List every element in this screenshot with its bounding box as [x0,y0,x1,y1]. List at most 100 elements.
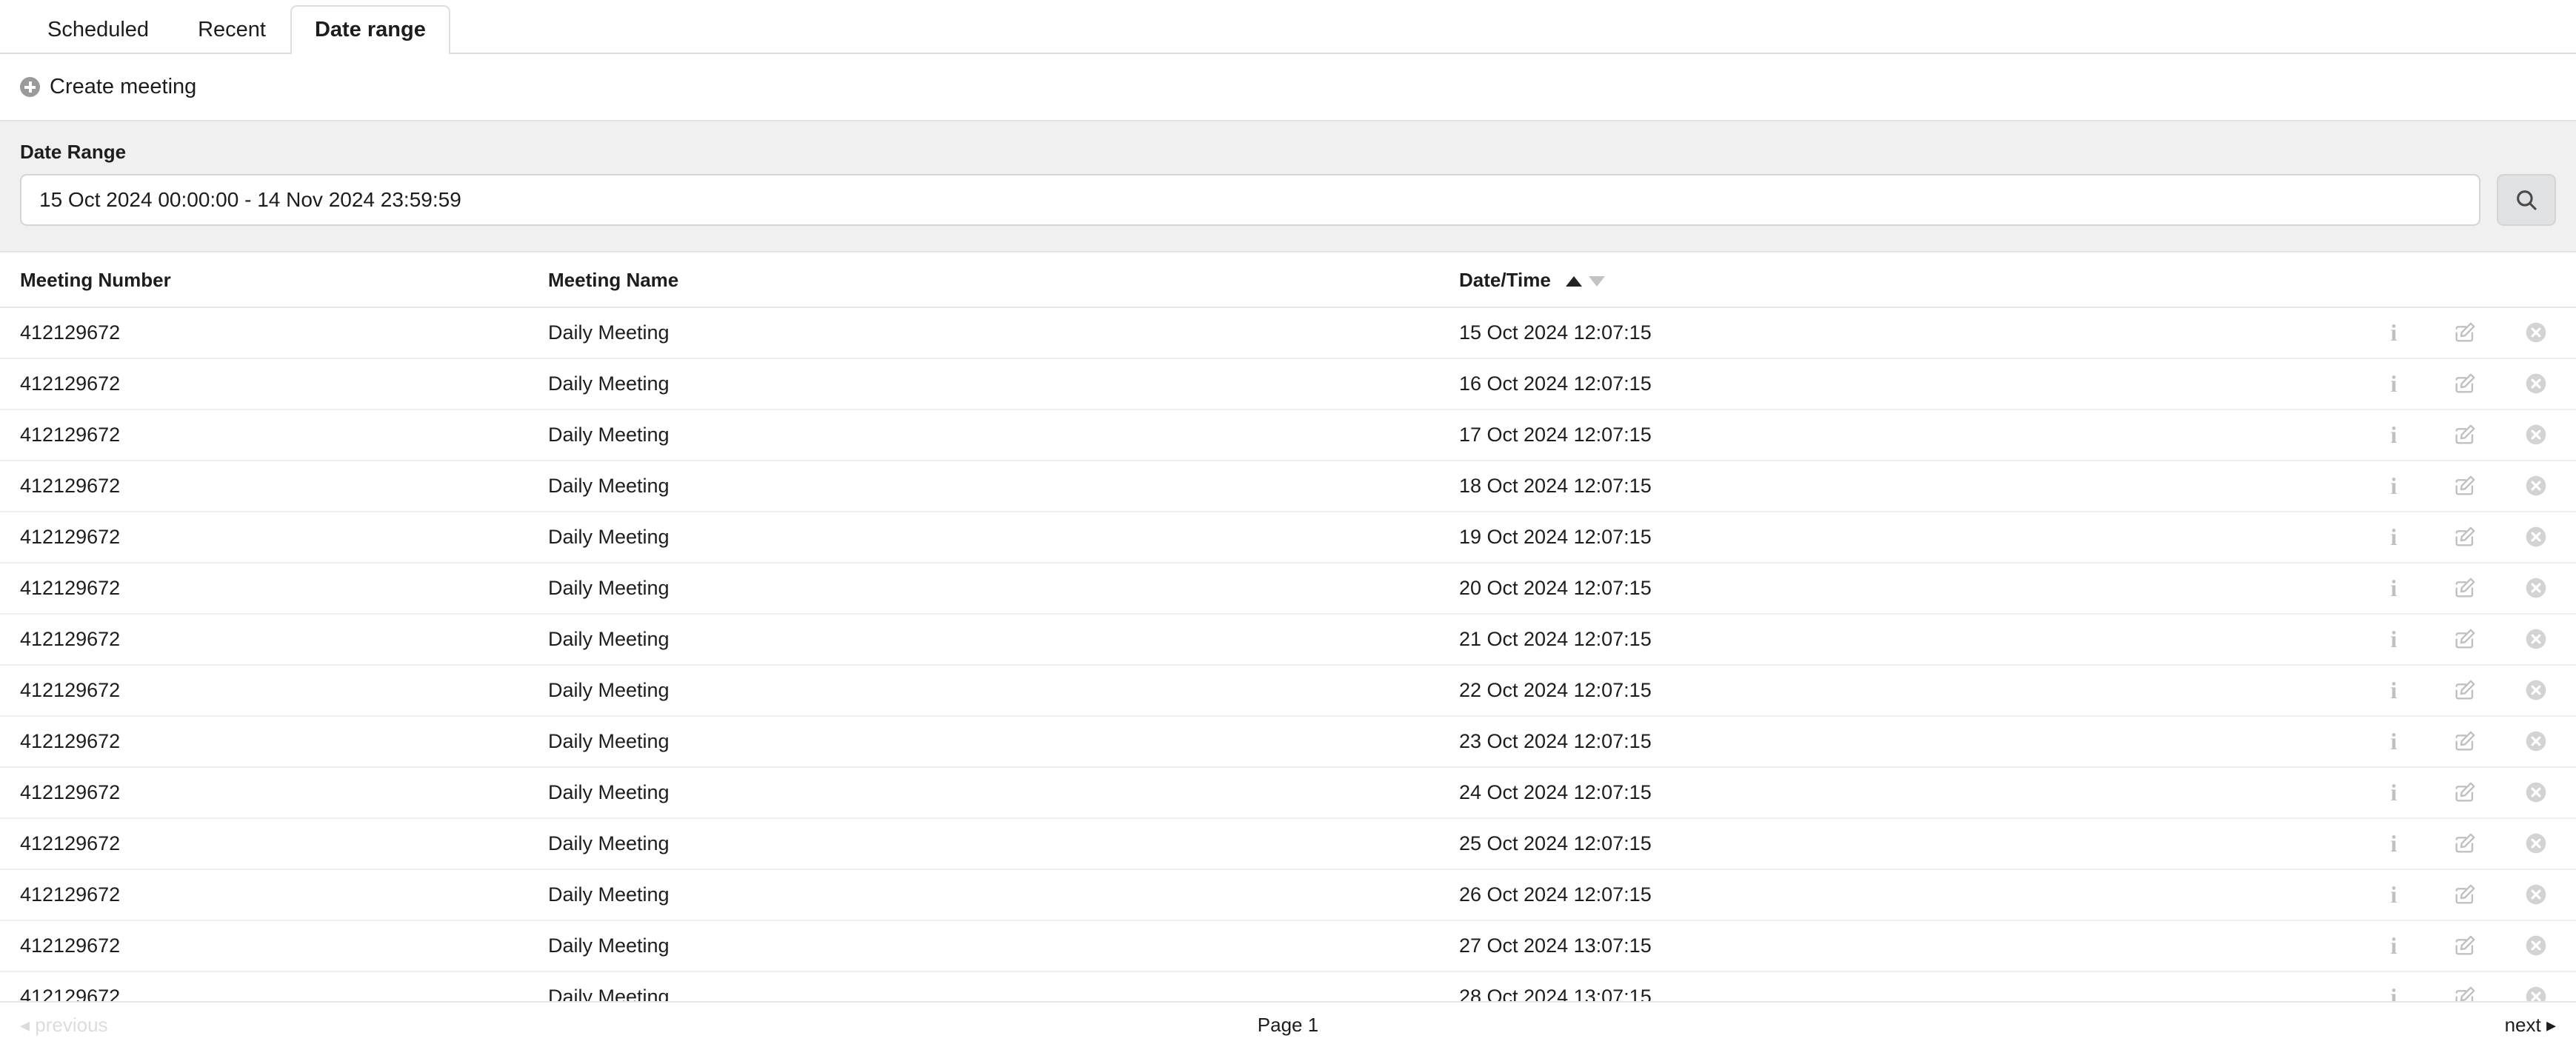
delete-icon[interactable] [2521,829,2551,858]
tab-bar: Scheduled Recent Date range [0,0,2576,54]
info-icon[interactable]: i [2379,420,2409,449]
delete-icon[interactable] [2521,471,2551,501]
cell-meeting-name: Daily Meeting [548,716,1459,768]
table-row[interactable]: 412129672 Daily Meeting 21 Oct 2024 12:07:… [0,614,2576,666]
info-icon[interactable]: i [2379,471,2409,501]
delete-icon[interactable] [2521,931,2551,960]
info-icon[interactable]: i [2379,522,2409,552]
cell-meeting-number: 412129672 [0,869,548,921]
table-row[interactable]: 412129672 Daily Meeting 17 Oct 2024 12:07:… [0,409,2576,461]
info-icon[interactable]: i [2379,777,2409,807]
edit-icon[interactable] [2450,675,2480,705]
edit-icon[interactable] [2450,624,2480,654]
info-icon[interactable]: i [2379,318,2409,347]
table-row[interactable]: 412129672 Daily Meeting 23 Oct 2024 12:07:… [0,716,2576,768]
delete-icon[interactable] [2521,777,2551,807]
cell-meeting-number: 412129672 [0,409,548,461]
cell-meeting-number: 412129672 [0,665,548,717]
table-row[interactable]: 412129672 Daily Meeting 24 Oct 2024 12:07:… [0,767,2576,819]
cell-datetime: 16 Oct 2024 12:07:15 [1459,358,2178,410]
search-button[interactable] [2497,174,2556,226]
meetings-table: Meeting Number Meeting Name Date/Time 41… [0,252,2576,1047]
date-range-input[interactable] [20,174,2480,226]
tab-scheduled[interactable]: Scheduled [23,5,173,54]
delete-icon[interactable] [2521,369,2551,398]
edit-icon[interactable] [2450,471,2480,501]
delete-icon[interactable] [2521,573,2551,603]
row-action-group: i [2178,726,2576,756]
edit-icon[interactable] [2450,522,2480,552]
table-row[interactable]: 412129672 Daily Meeting 16 Oct 2024 12:07:… [0,358,2576,410]
table-row[interactable]: 412129672 Daily Meeting 19 Oct 2024 12:07:… [0,512,2576,563]
cell-meeting-number: 412129672 [0,512,548,563]
cell-meeting-name: Daily Meeting [548,869,1459,921]
info-icon[interactable]: i [2379,880,2409,909]
cell-datetime: 18 Oct 2024 12:07:15 [1459,461,2178,512]
table-row[interactable]: 412129672 Daily Meeting 26 Oct 2024 12:07:… [0,869,2576,921]
info-icon[interactable]: i [2379,675,2409,705]
column-header-meeting-name[interactable]: Meeting Name [548,252,1459,308]
edit-icon[interactable] [2450,726,2480,756]
row-action-group: i [2178,420,2576,449]
cell-datetime: 21 Oct 2024 12:07:15 [1459,614,2178,666]
info-icon[interactable]: i [2379,829,2409,858]
create-meeting-row: Create meeting [0,54,2576,120]
pagination-footer: ◂ previous Page 1 next ▸ [0,1001,2576,1047]
search-icon [2517,190,2537,210]
column-header-actions [2178,252,2576,308]
table-row[interactable]: 412129672 Daily Meeting 22 Oct 2024 12:07:… [0,665,2576,717]
info-icon[interactable]: i [2379,573,2409,603]
info-icon[interactable]: i [2379,369,2409,398]
delete-icon[interactable] [2521,675,2551,705]
cell-meeting-name: Daily Meeting [548,563,1459,615]
edit-icon[interactable] [2450,573,2480,603]
cell-actions: i [2178,307,2576,359]
cell-actions: i [2178,920,2576,972]
cell-datetime: 22 Oct 2024 12:07:15 [1459,665,2178,717]
info-icon[interactable]: i [2379,726,2409,756]
cell-datetime: 23 Oct 2024 12:07:15 [1459,716,2178,768]
tab-recent[interactable]: Recent [173,5,290,54]
row-action-group: i [2178,880,2576,909]
table-row[interactable]: 412129672 Daily Meeting 25 Oct 2024 12:07:… [0,818,2576,870]
edit-icon[interactable] [2450,369,2480,398]
table-row[interactable]: 412129672 Daily Meeting 27 Oct 2024 13:07:… [0,920,2576,972]
cell-meeting-name: Daily Meeting [548,307,1459,359]
cell-meeting-name: Daily Meeting [548,665,1459,717]
delete-icon[interactable] [2521,624,2551,654]
info-icon[interactable]: i [2379,624,2409,654]
edit-icon[interactable] [2450,420,2480,449]
edit-icon[interactable] [2450,318,2480,347]
date-range-label: Date Range [20,141,127,163]
edit-icon[interactable] [2450,880,2480,909]
cell-datetime: 25 Oct 2024 12:07:15 [1459,818,2178,870]
delete-icon[interactable] [2521,318,2551,347]
column-header-meeting-number[interactable]: Meeting Number [0,252,548,308]
info-icon[interactable]: i [2379,931,2409,960]
cell-datetime: 20 Oct 2024 12:07:15 [1459,563,2178,615]
create-meeting-button[interactable]: Create meeting [20,75,196,99]
cell-meeting-number: 412129672 [0,563,548,615]
tab-date-range[interactable]: Date range [290,5,450,54]
edit-icon[interactable] [2450,829,2480,858]
edit-icon[interactable] [2450,931,2480,960]
row-action-group: i [2178,369,2576,398]
cell-actions: i [2178,563,2576,615]
table-row[interactable]: 412129672 Daily Meeting 18 Oct 2024 12:07:… [0,461,2576,512]
cell-actions: i [2178,818,2576,870]
next-page-button[interactable]: next ▸ [2505,1014,2556,1037]
delete-icon[interactable] [2521,726,2551,756]
table-row[interactable]: 412129672 Daily Meeting 15 Oct 2024 12:07:… [0,307,2576,359]
edit-icon[interactable] [2450,777,2480,807]
cell-meeting-name: Daily Meeting [548,358,1459,410]
cell-actions: i [2178,461,2576,512]
table-row[interactable]: 412129672 Daily Meeting 20 Oct 2024 12:07:… [0,563,2576,615]
delete-icon[interactable] [2521,522,2551,552]
sort-descending-icon[interactable] [1589,276,1606,287]
delete-icon[interactable] [2521,880,2551,909]
row-action-group: i [2178,318,2576,347]
previous-page-button[interactable]: ◂ previous [20,1014,108,1037]
delete-icon[interactable] [2521,420,2551,449]
column-header-datetime[interactable]: Date/Time [1459,252,2178,308]
sort-ascending-icon[interactable] [1566,276,1583,287]
